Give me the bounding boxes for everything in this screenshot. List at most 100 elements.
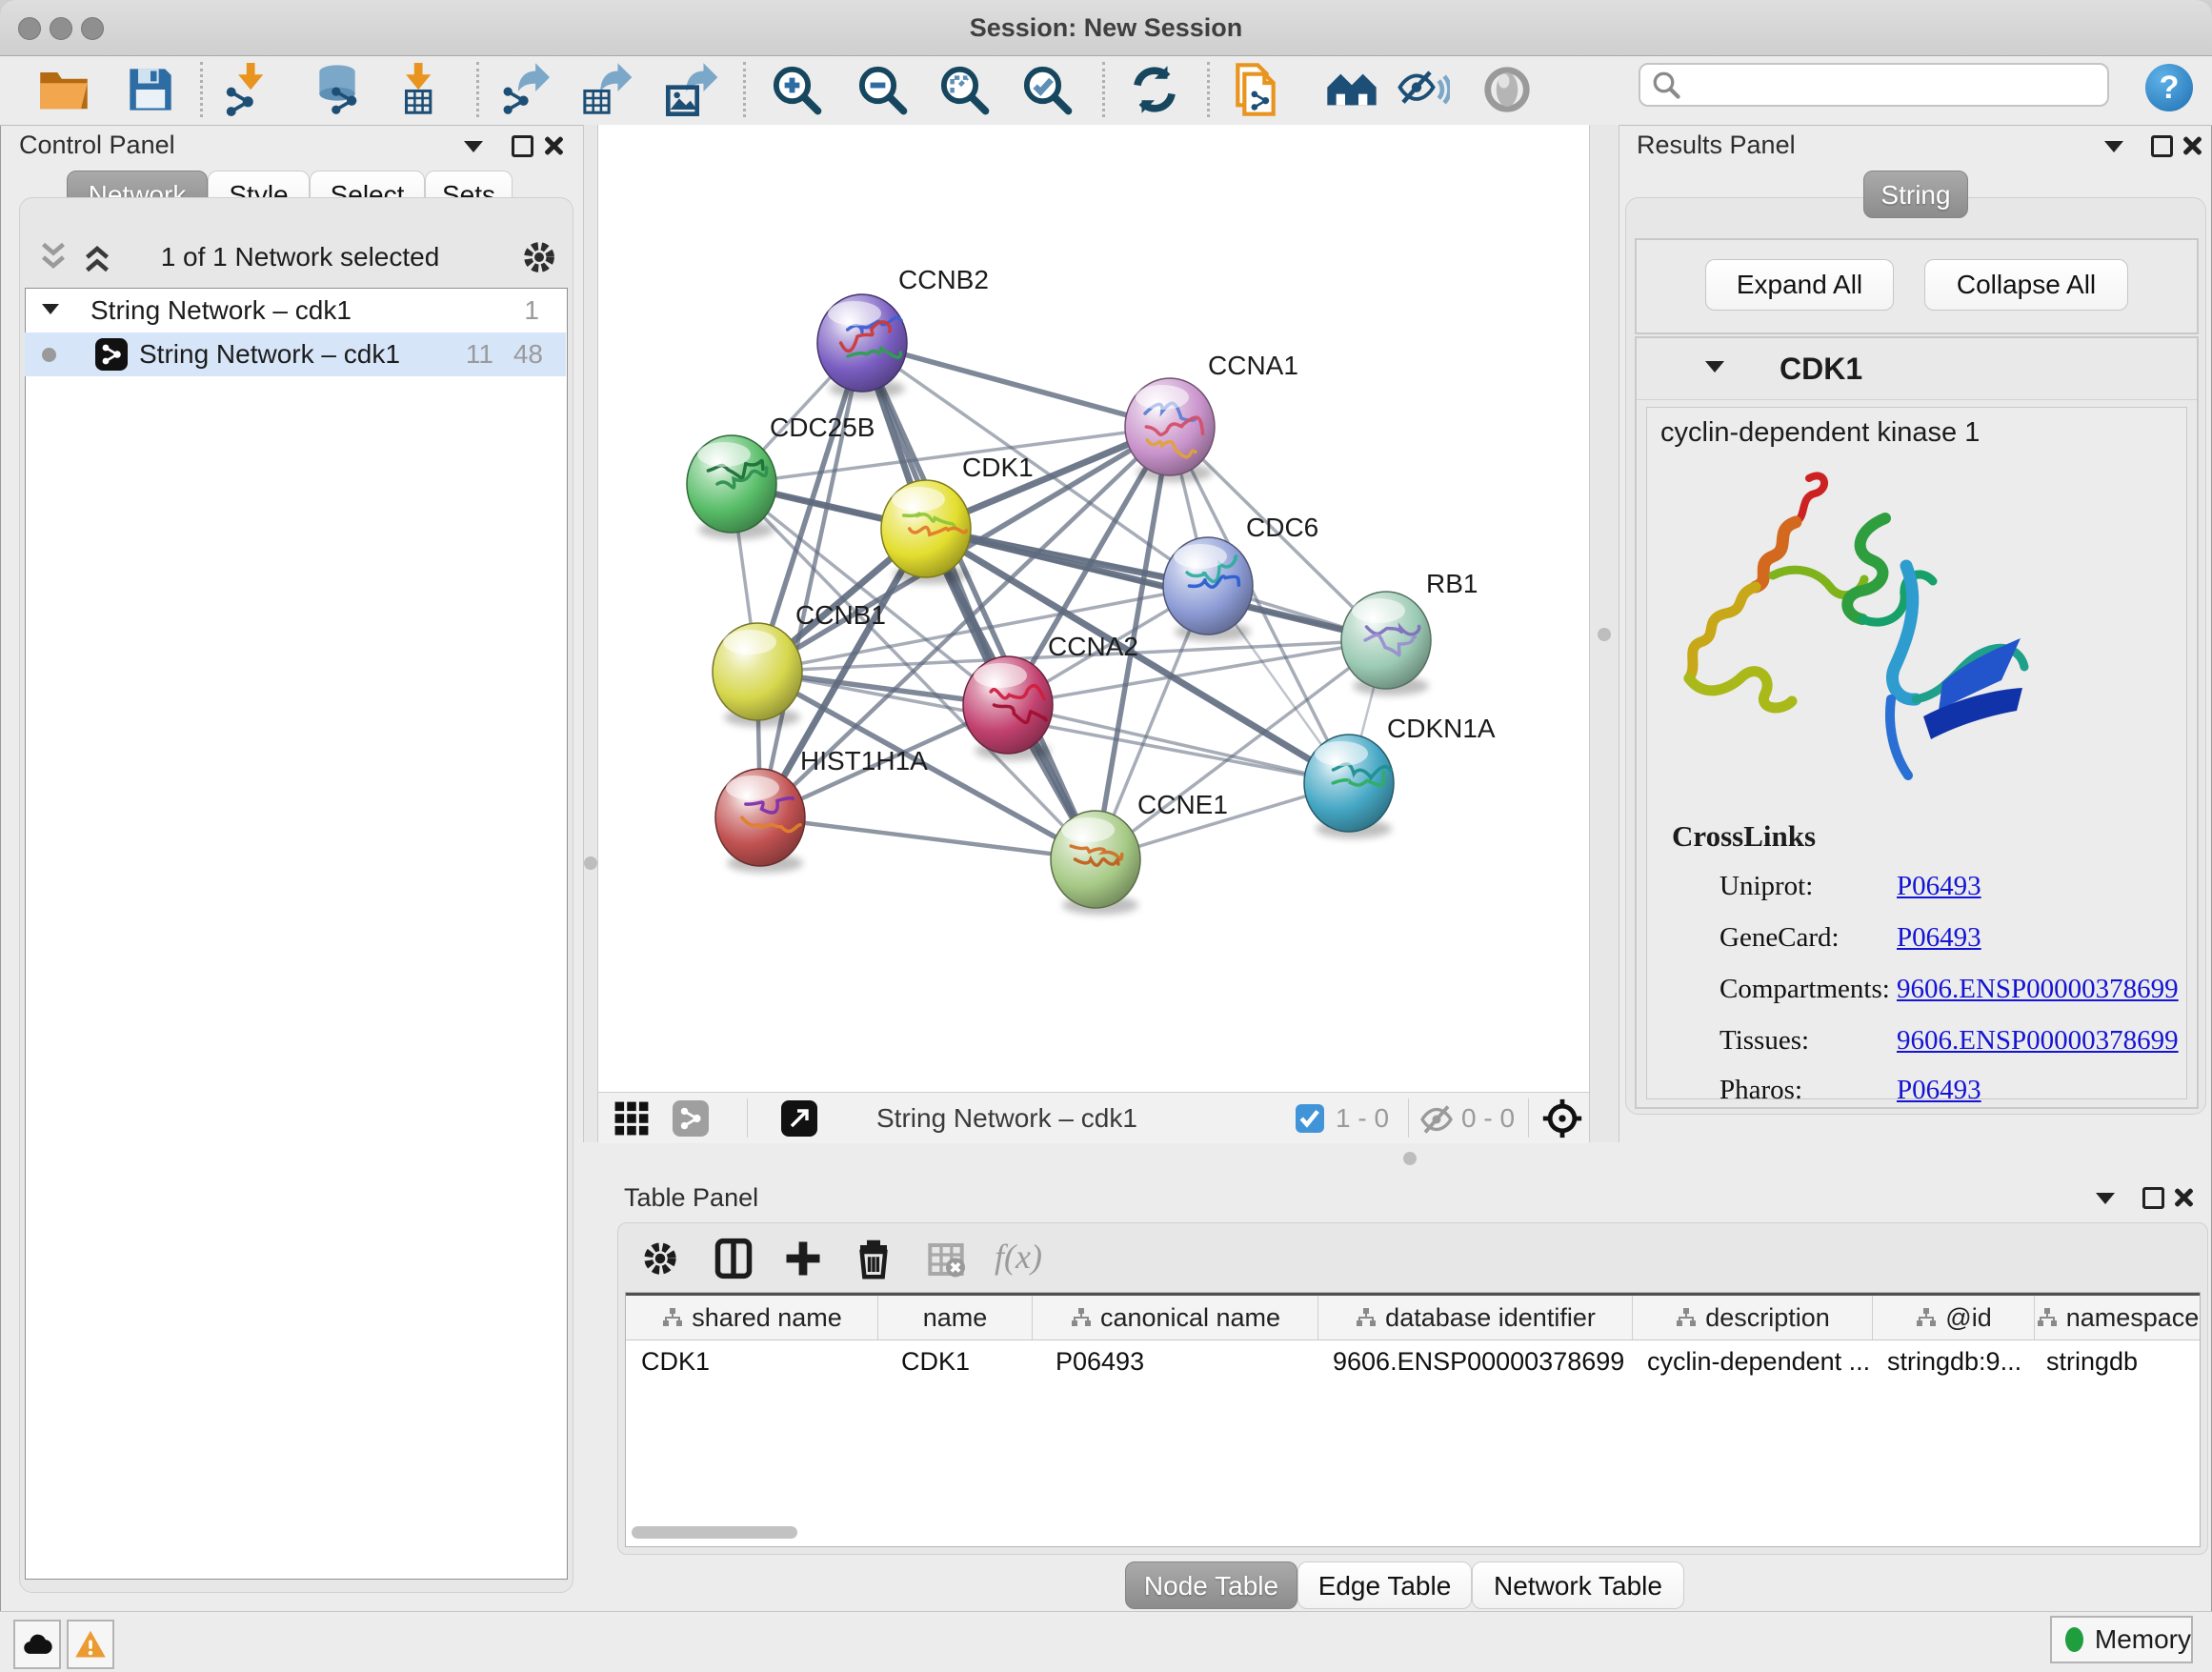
network-graph[interactable]: CCNB2CCNA1CDC25BCDK1CDC6RB1CCNB1CCNA2CDK… — [598, 125, 1589, 1092]
import-table-button[interactable] — [391, 60, 444, 119]
network-node-cdc25b[interactable] — [687, 435, 776, 539]
apply-layout-button[interactable] — [1129, 60, 1180, 119]
cell-description[interactable]: cyclin-dependent ... — [1633, 1340, 1873, 1382]
collapse-panel-icon[interactable] — [2096, 1193, 2115, 1214]
network-collection-row[interactable]: String Network – cdk1 1 — [25, 289, 566, 332]
cell-name[interactable]: CDK1 — [878, 1340, 1033, 1382]
toolbar-separator — [476, 62, 479, 117]
zoom-in-button[interactable] — [771, 60, 822, 119]
network-node-ccna1[interactable] — [1125, 378, 1215, 482]
float-panel-icon[interactable] — [2151, 135, 2173, 157]
column-header[interactable]: shared name — [626, 1296, 878, 1340]
add-column-icon[interactable] — [783, 1239, 823, 1279]
zoom-out-button[interactable] — [856, 60, 908, 119]
network-node-ccnb1[interactable] — [713, 623, 802, 727]
import-network-from-database-button[interactable] — [311, 60, 364, 119]
float-panel-icon[interactable] — [512, 135, 533, 157]
zoom-selected-button[interactable] — [1021, 60, 1073, 119]
open-session-button[interactable] — [38, 60, 90, 119]
collapse-all-tree-icon[interactable] — [80, 240, 114, 274]
select-columns-icon[interactable] — [713, 1237, 754, 1280]
crosslink-uniprot[interactable]: P06493 — [1897, 871, 1981, 902]
tree-expander-icon[interactable] — [42, 304, 59, 323]
birds-eye-view-button[interactable] — [613, 1100, 650, 1141]
gear-icon[interactable] — [520, 238, 558, 276]
open-in-new-window-button[interactable] — [781, 1100, 817, 1137]
collapse-panel-icon[interactable] — [2104, 141, 2123, 162]
crosslink-compartments[interactable]: 9606.ENSP00000378699 — [1897, 974, 2179, 1005]
section-expander-icon[interactable] — [1705, 361, 1724, 382]
network-tree — [25, 288, 568, 1580]
cell-id[interactable]: stringdb:9... — [1873, 1340, 2035, 1382]
horizontal-splitter-handle[interactable] — [1403, 1152, 1417, 1165]
expand-all-tree-icon[interactable] — [36, 240, 70, 274]
save-session-button[interactable] — [126, 60, 175, 119]
clone-network-button[interactable] — [1229, 60, 1282, 119]
splitter-handle[interactable] — [1598, 628, 1611, 641]
export-network-button[interactable] — [500, 60, 553, 119]
network-node-cdkn1a[interactable] — [1304, 735, 1394, 838]
horizontal-scrollbar-thumb[interactable] — [632, 1526, 797, 1539]
network-node-cdc6[interactable] — [1163, 537, 1253, 641]
close-panel-icon[interactable] — [543, 135, 564, 156]
left-splitter[interactable] — [583, 125, 598, 1142]
column-header[interactable]: @id — [1873, 1296, 2035, 1340]
column-header[interactable]: name — [878, 1296, 1033, 1340]
tab-network-table[interactable]: Network Table — [1472, 1561, 1684, 1609]
protein-section-header[interactable]: CDK1 — [1637, 338, 2197, 400]
delete-column-icon[interactable] — [854, 1237, 894, 1280]
first-neighbors-button[interactable] — [1325, 60, 1378, 119]
crosslink-genecard[interactable]: P06493 — [1897, 922, 1981, 954]
network-row-selected[interactable]: String Network – cdk1 11 48 — [25, 332, 566, 376]
collection-count: 1 — [501, 295, 539, 326]
cell-database-identifier[interactable]: 9606.ENSP00000378699 — [1318, 1340, 1633, 1382]
fit-selection-button[interactable] — [1541, 1098, 1583, 1144]
crosslink-tissues[interactable]: 9606.ENSP00000378699 — [1897, 1025, 2179, 1057]
column-header[interactable]: database identifier — [1318, 1296, 1633, 1340]
help-button[interactable]: ? — [2145, 64, 2193, 111]
network-node-cdk1[interactable] — [881, 480, 971, 584]
tab-edge-table[interactable]: Edge Table — [1297, 1561, 1472, 1609]
splitter-handle[interactable] — [584, 856, 597, 870]
network-node-rb1[interactable] — [1341, 592, 1431, 695]
right-splitter[interactable] — [1589, 125, 1619, 1142]
gear-icon[interactable] — [640, 1239, 680, 1279]
export-table-button[interactable] — [580, 60, 633, 119]
search-input[interactable] — [1680, 70, 2107, 101]
import-network-button[interactable] — [223, 60, 276, 119]
selected-checkbox-icon[interactable] — [1296, 1104, 1324, 1133]
table-row[interactable]: CDK1 CDK1 P06493 9606.ENSP00000378699 cy… — [626, 1340, 2200, 1382]
close-panel-icon[interactable] — [2182, 135, 2202, 156]
network-node-ccnb2[interactable] — [817, 294, 907, 398]
show-graphics-details-button[interactable] — [1481, 60, 1533, 119]
cell-canonical-name[interactable]: P06493 — [1033, 1340, 1318, 1382]
float-panel-icon[interactable] — [2142, 1187, 2164, 1209]
cell-namespace[interactable]: stringdb — [2035, 1340, 2200, 1382]
memory-button[interactable]: Memory — [2050, 1616, 2193, 1663]
network-node-hist1h1a[interactable] — [715, 769, 805, 873]
node-label: RB1 — [1426, 569, 1478, 598]
network-node-ccna2[interactable] — [963, 656, 1053, 760]
close-panel-icon[interactable] — [2173, 1187, 2194, 1208]
column-header[interactable]: description — [1633, 1296, 1873, 1340]
warnings-button[interactable] — [67, 1620, 114, 1669]
cell-shared-name[interactable]: CDK1 — [626, 1340, 878, 1382]
column-header[interactable]: namespace — [2035, 1296, 2200, 1340]
network-node-ccne1[interactable] — [1051, 811, 1140, 915]
network-canvas[interactable]: CCNB2CCNA1CDC25BCDK1CDC6RB1CCNB1CCNA2CDK… — [598, 125, 1589, 1092]
tab-string[interactable]: String — [1863, 171, 1968, 218]
collapse-all-button[interactable]: Collapse All — [1924, 259, 2128, 311]
automation-status-button[interactable] — [13, 1620, 61, 1669]
export-image-button[interactable] — [666, 60, 719, 119]
zoom-fit-button[interactable] — [938, 60, 990, 119]
tab-node-table[interactable]: Node Table — [1125, 1561, 1297, 1609]
expand-all-button[interactable]: Expand All — [1705, 259, 1894, 311]
column-header[interactable]: canonical name — [1033, 1296, 1318, 1340]
collapse-panel-icon[interactable] — [464, 141, 483, 162]
network-overview-button[interactable] — [673, 1100, 709, 1137]
table-panel-title: Table Panel — [624, 1183, 758, 1213]
hide-unhide-button[interactable] — [1397, 60, 1450, 119]
node-label: CDC25B — [770, 413, 875, 442]
footer-separator — [747, 1098, 748, 1138]
crosslink-pharos[interactable]: P06493 — [1897, 1075, 1981, 1106]
